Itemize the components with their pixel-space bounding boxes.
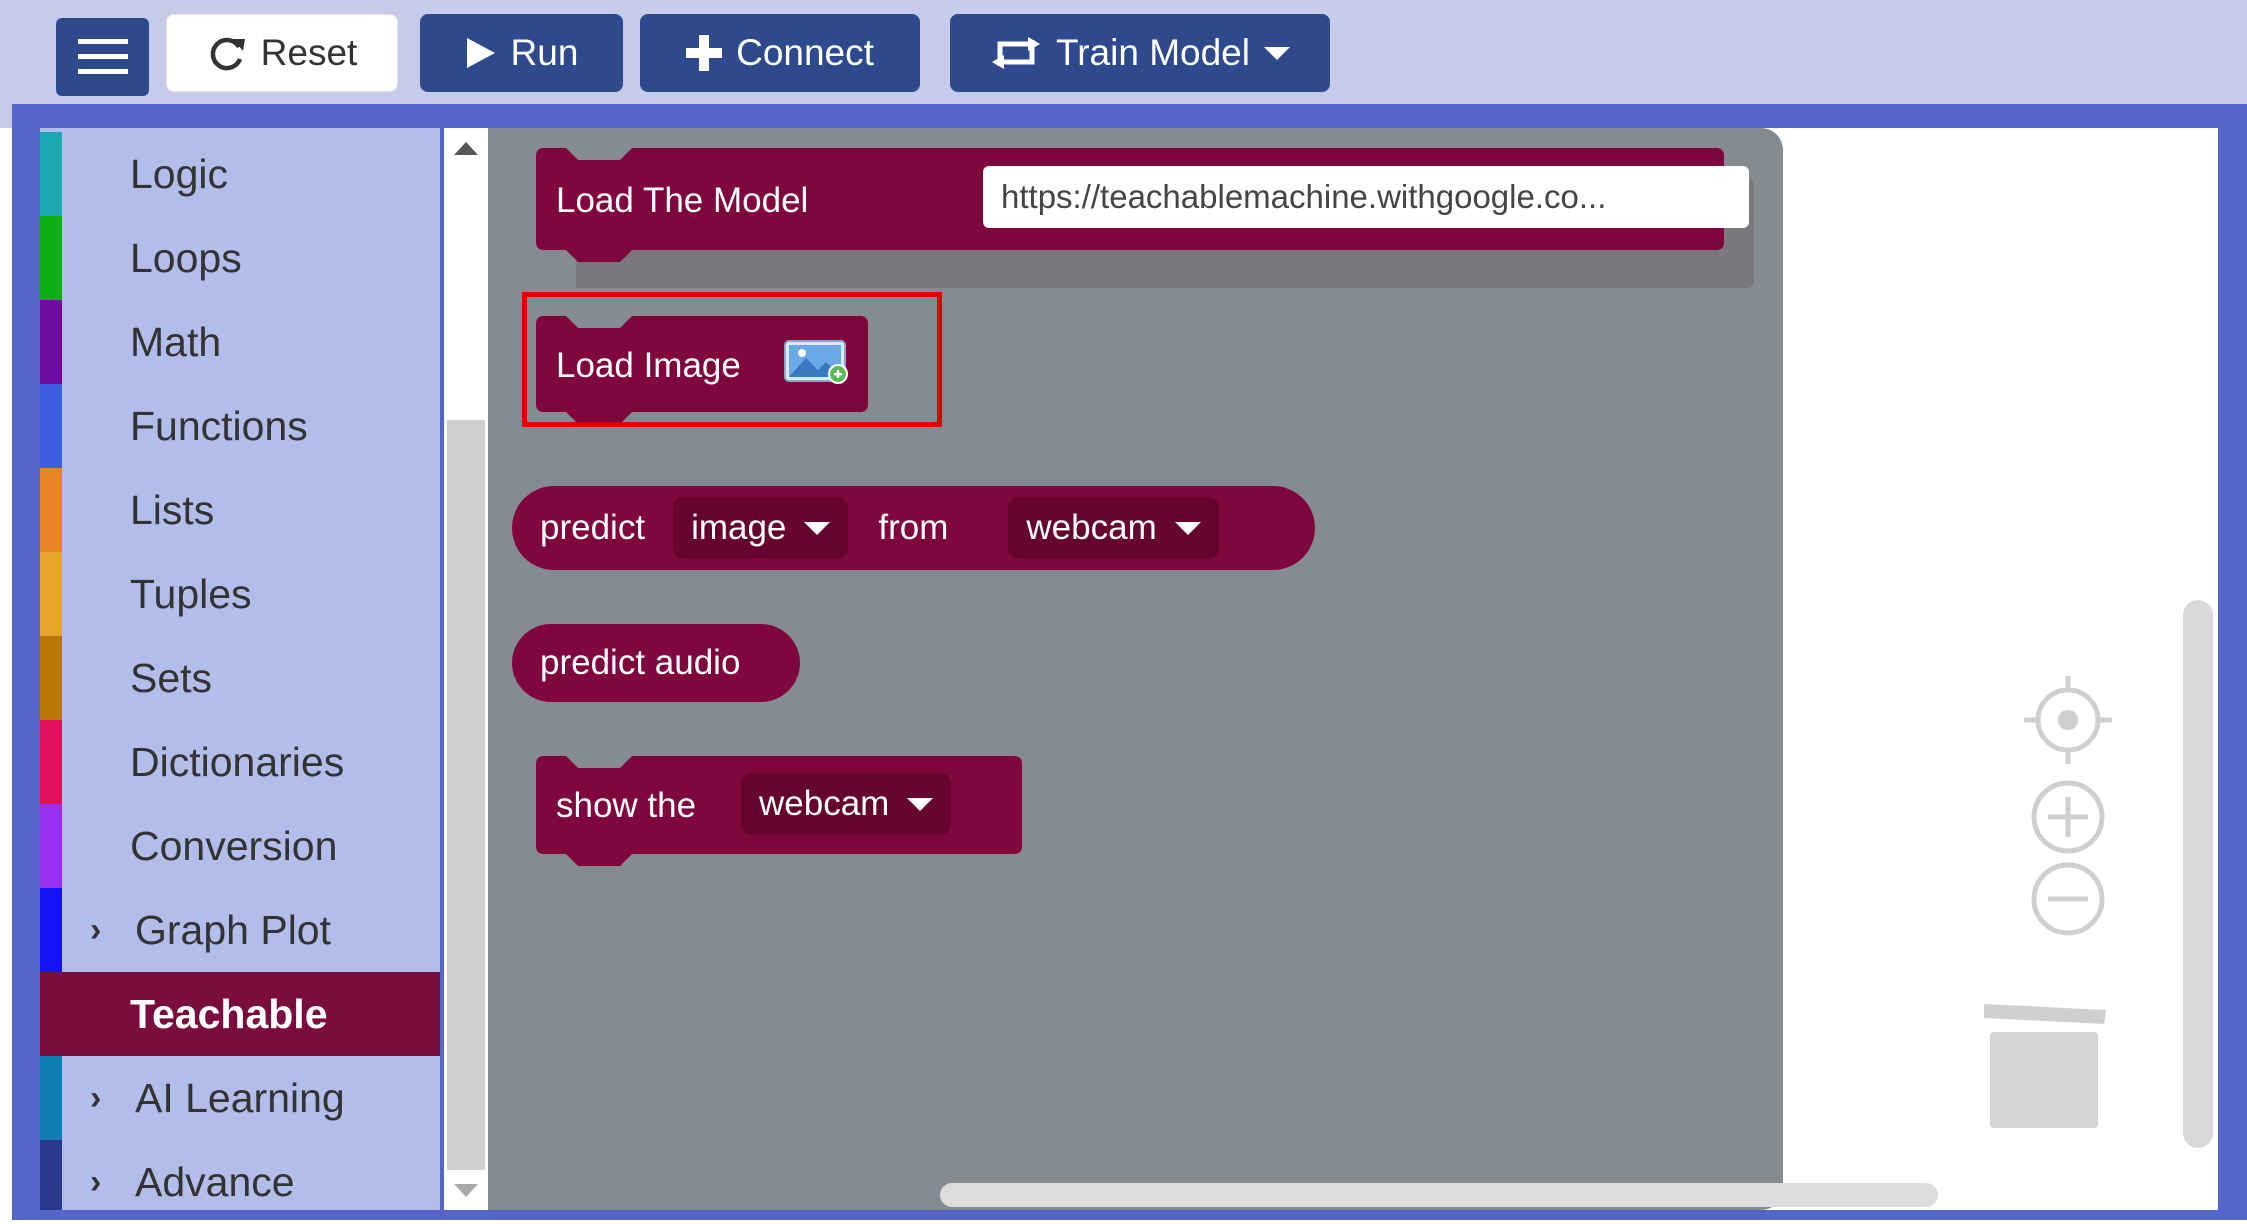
chevron-down-icon xyxy=(1174,521,1201,535)
load-model-block[interactable]: Load The Model https://teachablemachine.… xyxy=(536,148,1776,288)
category-color-bar xyxy=(40,384,62,468)
predict-type-dropdown[interactable]: image xyxy=(673,497,849,559)
category-color-bar xyxy=(40,888,62,972)
chevron-right-icon[interactable]: › xyxy=(90,1163,101,1202)
run-button[interactable]: Run xyxy=(420,14,623,92)
toolbox-scroll-thumb[interactable] xyxy=(447,420,485,1170)
play-icon xyxy=(465,36,497,70)
category-color-bar xyxy=(40,720,62,804)
zoom-out-icon[interactable] xyxy=(2020,860,2116,943)
connect-button[interactable]: Connect xyxy=(640,14,920,92)
chevron-right-icon[interactable]: › xyxy=(90,1079,101,1118)
category-dictionaries[interactable]: Dictionaries xyxy=(40,720,440,804)
category-color-bar xyxy=(40,132,62,216)
predict-block[interactable]: predict image from webcam xyxy=(512,486,1315,570)
category-label: Logic xyxy=(130,150,229,197)
category-color-bar xyxy=(40,468,62,552)
category-conversion[interactable]: Conversion xyxy=(40,804,440,888)
category-color-bar xyxy=(40,1140,62,1210)
category-loops[interactable]: Loops xyxy=(40,216,440,300)
chevron-down-icon xyxy=(804,521,831,535)
predict-from-label: from xyxy=(878,508,949,547)
trash-icon[interactable] xyxy=(1982,990,2112,1135)
run-label: Run xyxy=(510,32,579,73)
show-source-dropdown[interactable]: webcam xyxy=(741,773,952,835)
connect-label: Connect xyxy=(736,32,874,73)
category-label: Math xyxy=(130,318,222,365)
menu-button[interactable] xyxy=(56,18,149,96)
show-webcam-block[interactable]: show the webcam xyxy=(536,756,1026,878)
chevron-right-icon[interactable]: › xyxy=(90,911,101,950)
category-label: Dictionaries xyxy=(130,738,345,785)
category-label: Sets xyxy=(130,654,213,701)
category-ai-learning[interactable]: › AI Learning xyxy=(40,1056,440,1140)
retrain-icon xyxy=(990,36,1042,70)
block-flyout: Load The Model https://teachablemachine.… xyxy=(488,128,1783,1210)
category-toolbox: Logic Loops Math Functions Lists Tuples Sets Di… xyxy=(40,128,440,1210)
scroll-down-arrow-icon[interactable] xyxy=(454,1184,478,1197)
predict-source-value: webcam xyxy=(1026,508,1157,547)
category-color-bar xyxy=(40,552,62,636)
zoom-in-icon[interactable] xyxy=(2020,778,2116,861)
train-model-label: Train Model xyxy=(1056,32,1250,73)
hamburger-icon xyxy=(77,37,128,77)
category-color-bar xyxy=(40,216,62,300)
category-math[interactable]: Math xyxy=(40,300,440,384)
category-label: Lists xyxy=(130,486,215,533)
workspace-horizontal-scrollbar[interactable] xyxy=(940,1183,1938,1207)
toolbox-scrollbar[interactable] xyxy=(444,128,488,1210)
load-model-label: Load The Model xyxy=(556,181,809,220)
reset-label: Reset xyxy=(260,32,358,73)
model-url-input[interactable]: https://teachablemachine.withgoogle.co..… xyxy=(983,166,1749,228)
highlight-box xyxy=(522,292,942,427)
category-color-bar xyxy=(40,636,62,720)
category-label: Advance xyxy=(135,1158,295,1205)
category-label: Teachable xyxy=(130,990,328,1037)
category-sets[interactable]: Sets xyxy=(40,636,440,720)
category-label: Conversion xyxy=(130,822,338,869)
category-functions[interactable]: Functions xyxy=(40,384,440,468)
show-source-value: webcam xyxy=(759,784,890,823)
category-color-bar xyxy=(40,804,62,888)
category-color-bar xyxy=(40,972,62,1056)
category-tuples[interactable]: Tuples xyxy=(40,552,440,636)
predict-source-dropdown[interactable]: webcam xyxy=(1008,497,1219,559)
predict-label: predict xyxy=(540,508,646,547)
train-model-dropdown[interactable]: Train Model xyxy=(950,14,1330,92)
predict-audio-block[interactable]: predict audio xyxy=(512,624,800,702)
predict-audio-label: predict audio xyxy=(540,643,741,682)
chevron-down-icon xyxy=(907,797,934,811)
reset-button[interactable]: Reset xyxy=(166,14,398,92)
category-teachable[interactable]: Teachable xyxy=(40,972,440,1056)
category-label: Tuples xyxy=(130,570,252,617)
recenter-icon[interactable] xyxy=(2020,672,2116,773)
category-label: Graph Plot xyxy=(135,906,331,953)
category-color-bar xyxy=(40,1056,62,1140)
category-graph-plot[interactable]: › Graph Plot xyxy=(40,888,440,972)
category-logic[interactable]: Logic xyxy=(40,132,440,216)
workspace-vertical-scrollbar[interactable] xyxy=(2183,600,2213,1148)
predict-type-value: image xyxy=(691,508,787,547)
category-color-bar xyxy=(40,300,62,384)
category-advance[interactable]: › Advance xyxy=(40,1140,440,1210)
scroll-up-arrow-icon[interactable] xyxy=(454,142,478,155)
blockly-workspace[interactable]: Load The Model https://teachablemachine.… xyxy=(488,128,2218,1210)
category-label: Functions xyxy=(130,402,308,449)
refresh-icon xyxy=(207,33,247,73)
category-label: Loops xyxy=(130,234,242,281)
plus-icon xyxy=(686,35,723,71)
category-lists[interactable]: Lists xyxy=(40,468,440,552)
chevron-down-icon xyxy=(1263,46,1290,60)
category-label: AI Learning xyxy=(135,1074,345,1121)
show-label: show the xyxy=(556,786,697,825)
